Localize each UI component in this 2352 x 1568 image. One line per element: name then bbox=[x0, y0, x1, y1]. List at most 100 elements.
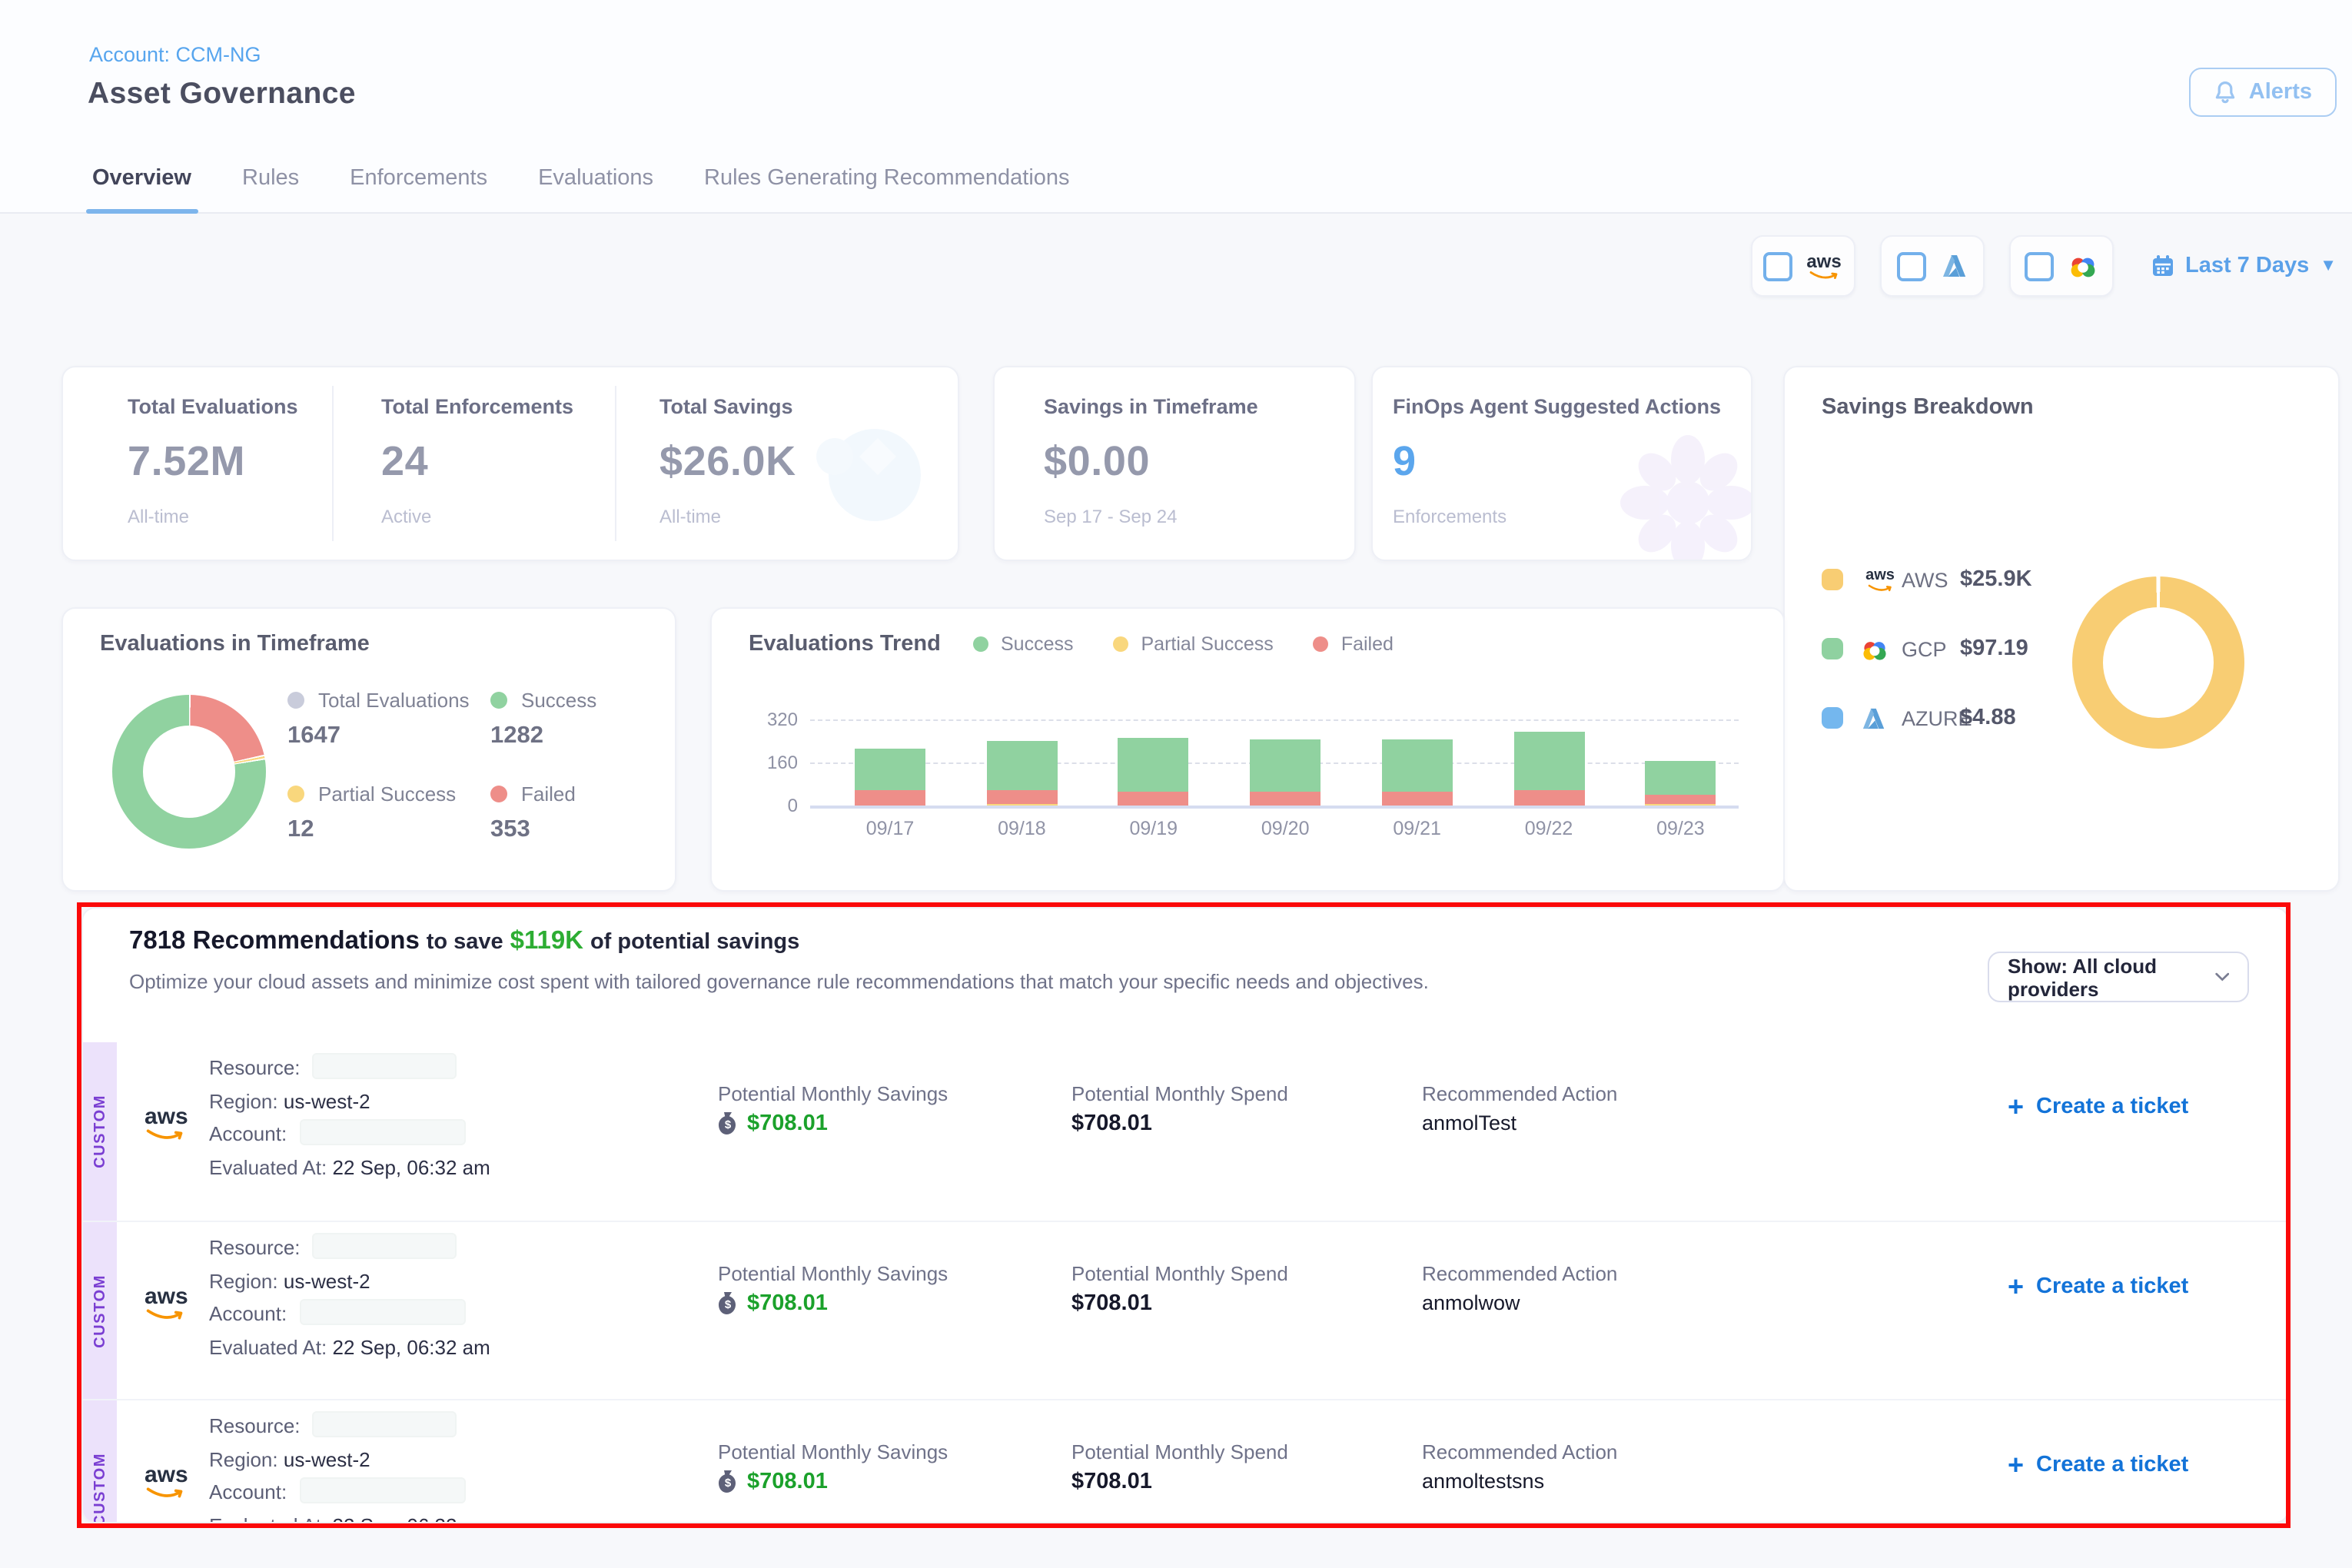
trend-bar-09/18 bbox=[986, 609, 1057, 806]
stat-label: Total Savings bbox=[659, 395, 796, 418]
y-tick-160: 160 bbox=[736, 752, 798, 773]
recommendation-row: CUSTOM aws Resource: Region: us-west-2 A… bbox=[83, 1042, 2287, 1221]
create-ticket-button[interactable]: +Create a ticket bbox=[2008, 1273, 2188, 1301]
alerts-label: Alerts bbox=[2249, 80, 2312, 105]
page-title: Asset Governance bbox=[88, 77, 356, 112]
evaluations-timeframe-card: Evaluations in Timeframe Total Evaluatio… bbox=[61, 607, 676, 892]
legend-label: Success bbox=[521, 689, 596, 712]
trend-bar-09/22 bbox=[1513, 609, 1584, 806]
calendar-icon bbox=[2150, 254, 2174, 278]
legend-row-gcp: GCP $97.19 bbox=[1822, 632, 1903, 666]
alerts-button[interactable]: Alerts bbox=[2189, 68, 2337, 117]
account-line: Account: bbox=[209, 1476, 490, 1509]
savings-breakdown-card: Savings Breakdown aws AWS $25.9K GCP bbox=[1783, 366, 2340, 892]
legend-value: 1282 bbox=[490, 723, 596, 750]
region-line: Region: us-west-2 bbox=[209, 1443, 490, 1476]
stat-sub: Enforcements bbox=[1393, 506, 1721, 527]
tab-overview[interactable]: Overview bbox=[89, 163, 194, 214]
create-ticket-button[interactable]: +Create a ticket bbox=[2008, 1093, 2188, 1121]
x-tick-label: 09/23 bbox=[1619, 818, 1742, 839]
tab-evaluations[interactable]: Evaluations bbox=[535, 163, 656, 214]
partial-dot-icon bbox=[287, 786, 304, 802]
savings-label: Potential Monthly Savings bbox=[718, 1440, 948, 1463]
gcp-color-chip bbox=[1822, 638, 1843, 659]
x-tick-label: 09/21 bbox=[1356, 818, 1479, 839]
money-bag-icon: $ bbox=[718, 1111, 738, 1136]
divider bbox=[332, 386, 334, 541]
redacted-resource-value bbox=[313, 1411, 457, 1437]
redacted-resource-value bbox=[313, 1233, 457, 1259]
create-ticket-button[interactable]: +Create a ticket bbox=[2008, 1451, 2188, 1479]
card-title: Evaluations in Timeframe bbox=[100, 632, 370, 656]
bar-segment-success bbox=[1513, 732, 1584, 789]
resource-line: Resource: bbox=[209, 1051, 490, 1085]
resource-fields: Resource: Region: us-west-2 Account: Eva… bbox=[209, 1051, 490, 1184]
breadcrumb-account-link[interactable]: Account: CCM-NG bbox=[89, 43, 261, 66]
account-line: Account: bbox=[209, 1297, 490, 1330]
azure-checkbox[interactable] bbox=[1896, 251, 1925, 281]
trend-bar-09/21 bbox=[1382, 609, 1453, 806]
spend-value: $708.01 bbox=[1071, 1291, 1152, 1316]
custom-badge: CUSTOM bbox=[83, 1400, 117, 1523]
svg-text:$: $ bbox=[725, 1298, 732, 1311]
bar-segment-failed bbox=[986, 789, 1057, 804]
stat-value: 9 bbox=[1393, 438, 1721, 486]
resource-line: Resource: bbox=[209, 1410, 490, 1443]
tab-enforcements[interactable]: Enforcements bbox=[347, 163, 490, 214]
legend-label: GCP bbox=[1902, 637, 1947, 660]
show-cloud-providers-dropdown[interactable]: Show: All cloud providers bbox=[1988, 952, 2249, 1002]
recommendation-row: CUSTOM aws Resource: Region: us-west-2 A… bbox=[83, 1399, 2287, 1523]
custom-badge: CUSTOM bbox=[83, 1042, 117, 1221]
custom-badge: CUSTOM bbox=[83, 1222, 117, 1400]
tab-bar: Overview Rules Enforcements Evaluations … bbox=[89, 163, 1073, 214]
stat-sub: Active bbox=[381, 506, 573, 527]
savings-label: Potential Monthly Savings bbox=[718, 1262, 948, 1285]
stat-total-savings: Total Savings $26.0K All-time bbox=[659, 395, 796, 527]
provider-filter-azure[interactable] bbox=[1879, 235, 1984, 297]
region-line: Region: us-west-2 bbox=[209, 1085, 490, 1118]
action-label: Recommended Action bbox=[1422, 1440, 1617, 1463]
stat-total-evaluations: Total Evaluations 7.52M All-time bbox=[128, 395, 298, 527]
bar-segment-failed bbox=[1118, 792, 1189, 806]
bar-segment-success bbox=[1118, 737, 1189, 792]
finops-agent-card: FinOps Agent Suggested Actions 9 Enforce… bbox=[1371, 366, 1752, 561]
aws-checkbox[interactable] bbox=[1763, 251, 1792, 281]
savings-breakdown-donut-chart bbox=[2072, 576, 2244, 749]
svg-text:$: $ bbox=[725, 1118, 732, 1131]
piggy-bank-watermark-icon bbox=[798, 410, 936, 533]
legend-total-evaluations: Total Evaluations 1647 bbox=[287, 689, 490, 750]
aws-logo-icon: aws bbox=[1806, 252, 1841, 280]
gcp-logo-icon bbox=[2067, 252, 2098, 280]
recommendations-amount: $119K bbox=[510, 927, 583, 955]
money-bag-icon: $ bbox=[718, 1291, 738, 1316]
tab-rules-generating-recommendations[interactable]: Rules Generating Recommendations bbox=[701, 163, 1073, 214]
bar-segment-success bbox=[1645, 761, 1716, 796]
trend-bar-09/19 bbox=[1118, 609, 1189, 806]
aws-logo-icon: aws bbox=[1857, 568, 1903, 591]
recommendation-row: CUSTOM aws Resource: Region: us-west-2 A… bbox=[83, 1221, 2287, 1400]
savings-breakdown-legend: aws AWS $25.9K GCP $97.19 bbox=[1822, 563, 1903, 735]
plus-icon: + bbox=[2008, 1273, 2024, 1301]
gcp-checkbox[interactable] bbox=[2024, 251, 2053, 281]
spend-label: Potential Monthly Spend bbox=[1071, 1082, 1288, 1105]
redacted-account-value bbox=[299, 1119, 465, 1145]
bar-segment-partial-success bbox=[1645, 804, 1716, 806]
success-dot-icon bbox=[490, 692, 507, 709]
provider-filter-gcp[interactable] bbox=[2008, 235, 2113, 297]
legend-value: $97.19 bbox=[1960, 636, 2028, 661]
divider bbox=[615, 386, 616, 541]
legend-label: Total Evaluations bbox=[318, 689, 470, 712]
action-label: Recommended Action bbox=[1422, 1082, 1617, 1105]
account-line: Account: bbox=[209, 1118, 490, 1151]
redacted-resource-value bbox=[313, 1053, 457, 1079]
savings-label: Potential Monthly Savings bbox=[718, 1082, 948, 1105]
provider-filter-aws[interactable]: aws bbox=[1750, 235, 1855, 297]
trend-bar-09/20 bbox=[1250, 609, 1321, 806]
legend-row-aws: aws AWS $25.9K bbox=[1822, 563, 1903, 596]
azure-logo-icon bbox=[1939, 254, 1967, 278]
legend-partial-success: Partial Success 12 bbox=[287, 782, 490, 844]
legend-value: $25.9K bbox=[1960, 567, 2032, 592]
date-range-picker[interactable]: Last 7 Days ▼ bbox=[2150, 254, 2337, 278]
bar-segment-partial-success bbox=[986, 804, 1057, 806]
tab-rules[interactable]: Rules bbox=[239, 163, 302, 214]
